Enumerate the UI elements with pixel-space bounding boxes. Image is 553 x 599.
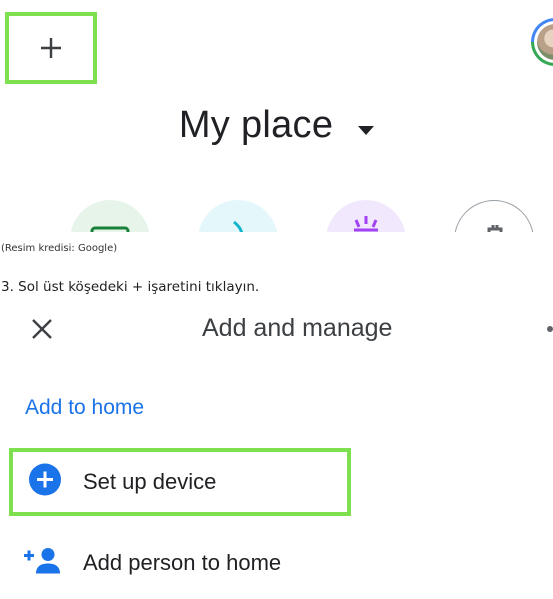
set-up-device-item[interactable]: Set up device xyxy=(9,448,351,516)
home-title[interactable]: My place xyxy=(0,104,553,147)
shortcut-routines[interactable] xyxy=(326,200,406,232)
wifi-icon xyxy=(90,226,130,232)
home-screen-screenshot: My place xyxy=(0,0,553,232)
home-title-text: My place xyxy=(178,104,334,146)
close-icon xyxy=(31,318,53,345)
step-instruction: 3. Sol üst köşedeki + işaretini tıklayın… xyxy=(1,279,260,295)
section-label-add-to-home: Add to home xyxy=(25,396,145,419)
add-manage-screenshot: Add and manage Add to home Set up device… xyxy=(0,300,553,599)
shortcut-settings[interactable] xyxy=(454,200,534,232)
panel-title: Add and manage xyxy=(202,314,393,342)
settings-icon xyxy=(487,225,503,232)
person-add-icon xyxy=(24,547,60,580)
image-credit: (Resim kredisi: Google) xyxy=(1,243,118,254)
shortcut-wifi[interactable] xyxy=(70,200,150,232)
close-button[interactable] xyxy=(26,315,58,347)
tutorial-page: My place (Resim kredisi: Google) 3. Sol … xyxy=(0,0,553,599)
lights-icon xyxy=(233,220,244,232)
add-person-label: Add person to home xyxy=(83,550,282,575)
caret-down-icon xyxy=(358,102,375,145)
more-options-icon[interactable] xyxy=(547,326,553,332)
add-person-item[interactable]: Add person to home xyxy=(9,529,351,597)
add-circle-icon xyxy=(28,463,62,502)
routines-icon xyxy=(354,216,378,232)
set-up-device-label: Set up device xyxy=(83,469,217,494)
plus-icon xyxy=(39,36,63,60)
shortcut-lights[interactable] xyxy=(198,200,278,232)
add-button[interactable] xyxy=(5,12,97,84)
avatar[interactable] xyxy=(531,18,553,66)
avatar-photo xyxy=(537,24,553,60)
